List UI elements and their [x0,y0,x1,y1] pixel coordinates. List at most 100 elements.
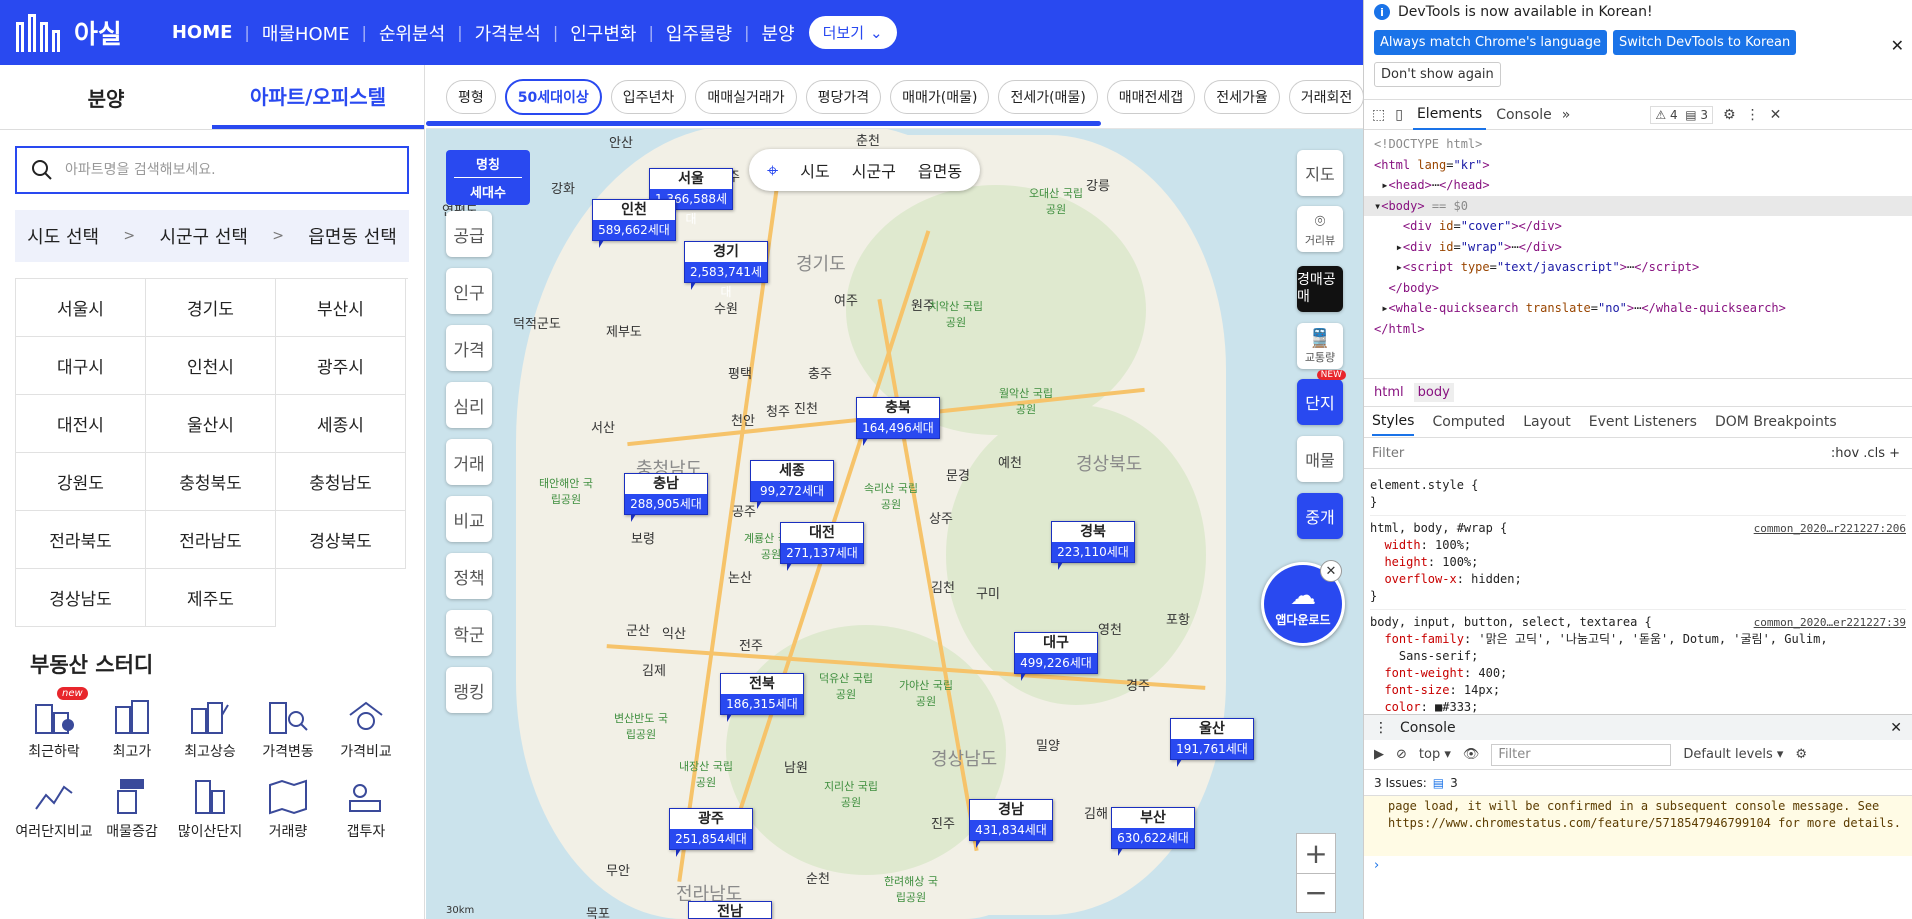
cls-toggle[interactable]: .cls [1863,446,1885,461]
complex-button[interactable]: 단지 NEW [1297,370,1346,425]
region-item[interactable]: 충청남도 [276,453,406,511]
style-rules[interactable]: element.style {} common_2020…r221227:206… [1364,469,1912,714]
hov-toggle[interactable]: :hov [1831,446,1859,461]
chip-scrollbar[interactable] [426,121,1101,126]
tab-event-listeners[interactable]: Event Listeners [1589,414,1697,430]
nav-population[interactable]: 인구변화 [570,20,636,46]
region-item[interactable]: 대전시 [16,395,146,453]
console-prompt[interactable]: › [1364,856,1912,875]
traffic-button[interactable]: 🚆 교통량 [1297,323,1343,369]
crumb-body[interactable]: body [1413,383,1454,402]
kebab-icon[interactable]: ⋮ [1374,720,1388,736]
region-item[interactable]: 강원도 [16,453,146,511]
region-item[interactable]: 대구시 [16,337,146,395]
dont-show-button[interactable]: Don't show again [1374,62,1501,87]
switch-korean-button[interactable]: Switch DevTools to Korean [1612,30,1797,55]
level-sido[interactable]: 시도 [800,158,829,182]
region-marker[interactable]: 충북 164,496세대 [856,397,940,446]
study-highest[interactable]: 최고가 [93,695,171,761]
region-marker[interactable]: 대전 271,137세대 [780,522,864,571]
region-marker[interactable]: 세종 99,272세대 [750,460,834,509]
chip-sale-price[interactable]: 매매실거래가 [695,79,797,114]
warning-count[interactable]: ⚠ 4 ▤ 3 [1650,105,1714,124]
console-title[interactable]: Console [1400,720,1456,736]
region-marker[interactable]: 부산 630,622세대 [1111,807,1195,856]
study-highest-rise[interactable]: 최고상승 [171,695,249,761]
region-marker[interactable]: 인천 589,662세대 [592,199,676,248]
study-price-change[interactable]: 가격변동 [249,695,327,761]
close-icon[interactable]: ✕ [1891,36,1904,55]
kebab-icon[interactable]: ⋮ [1746,107,1760,123]
dom-tree[interactable]: <!DOCTYPE html> <html lang="kr"> ▸<head>… [1364,130,1912,378]
side-compare[interactable]: 비교 [446,496,492,542]
side-supply[interactable]: 공급 [446,211,492,257]
nav-listing-home[interactable]: 매물HOME [262,20,350,46]
chip-size[interactable]: 평형 [446,79,496,114]
study-recent-drop[interactable]: new 최근하락 [15,687,93,761]
side-price[interactable]: 가격 [446,325,492,371]
region-item[interactable]: 광주시 [276,337,406,395]
study-listing-change[interactable]: 매물증감 [93,775,171,841]
side-ranking[interactable]: 랭킹 [446,667,492,713]
crumb-html[interactable]: html [1374,385,1404,400]
region-marker[interactable]: 경기 2,583,741세대 [684,241,768,299]
region-marker[interactable]: 대구 499,226세대 [1014,632,1098,681]
tab-styles[interactable]: Styles [1372,408,1415,436]
sidebar-icon[interactable]: ▶ [1374,747,1384,762]
region-marker[interactable]: 광주 251,854세대 [669,808,753,857]
tab-console[interactable]: Console [1496,107,1552,123]
more-tabs-icon[interactable]: » [1562,107,1571,123]
issues-bar[interactable]: 3 Issues: ▤ 3 [1364,770,1912,796]
region-marker[interactable]: 울산 191,761세대 [1170,718,1254,767]
select-sigungu[interactable]: 시군구 선택 [159,223,248,249]
select-sido[interactable]: 시도 선택 [27,223,99,249]
gear-icon[interactable]: ⚙ [1795,747,1807,762]
region-item[interactable]: 전라북도 [16,511,146,569]
tab-elements[interactable]: Elements [1412,100,1487,130]
eye-icon[interactable]: 👁 [1463,747,1480,762]
zoom-out-button[interactable]: − [1297,874,1335,913]
study-price-compare[interactable]: 가격비교 [327,695,405,761]
nav-home[interactable]: HOME [172,22,233,43]
chip-50-units[interactable]: 50세대이상 [504,78,602,115]
nav-supply[interactable]: 입주물량 [666,20,732,46]
more-button[interactable]: 더보기 ⌄ [808,16,897,49]
gear-icon[interactable]: ⚙ [1723,107,1736,123]
side-sentiment[interactable]: 심리 [446,382,492,428]
region-item[interactable]: 제주도 [146,569,276,627]
tab-apartment[interactable]: 아파트/오피스텔 [212,65,424,129]
chip-sale-listing[interactable]: 매매가(매물) [890,79,990,114]
auction-button[interactable]: 경매공매 [1297,266,1343,312]
chip-turnover[interactable]: 거래회전 [1288,79,1363,114]
tab-dom-breakpoints[interactable]: DOM Breakpoints [1715,414,1837,430]
logo[interactable]: 아실 [16,13,122,52]
region-marker[interactable]: 전남 [688,901,772,919]
region-marker[interactable]: 전북 186,315세대 [720,673,804,722]
select-eupmyeondong[interactable]: 읍면동 선택 [308,223,397,249]
styles-filter[interactable]: Filter:hov .cls + [1364,438,1912,469]
chip-jeonse-listing[interactable]: 전세가(매물) [998,79,1098,114]
clear-icon[interactable]: ⊘ [1396,747,1407,762]
chip-age[interactable]: 입주년차 [610,79,687,114]
close-icon[interactable]: ✕ [1890,720,1902,736]
level-eupmyeondong[interactable]: 읍면동 [918,158,962,182]
region-item[interactable]: 충청북도 [146,453,276,511]
side-trade[interactable]: 거래 [446,439,492,485]
study-most-bought[interactable]: 많이산단지 [171,775,249,841]
chip-jeonse-rate[interactable]: 전세가율 [1204,79,1280,114]
levels-select[interactable]: Default levels ▾ [1683,747,1783,762]
region-item[interactable]: 울산시 [146,395,276,453]
chip-gap[interactable]: 매매전세갭 [1106,79,1196,114]
tab-layout[interactable]: Layout [1523,414,1571,430]
map-area[interactable]: 경기도 충청남도 경상북도 경상남도 전라남도 강릉 춘천 원주 충주 청주 천… [426,65,1363,919]
nav-price[interactable]: 가격분석 [475,20,541,46]
region-item[interactable]: 세종시 [276,395,406,453]
study-multi-compare[interactable]: 여러단지비교 [15,775,93,841]
map-type-button[interactable]: 지도 [1297,150,1343,196]
nav-presale[interactable]: 분양 [762,20,795,46]
study-volume[interactable]: 거래량 [249,775,327,841]
side-population[interactable]: 인구 [446,268,492,314]
close-icon[interactable]: ✕ [1320,560,1342,582]
side-school[interactable]: 학군 [446,610,492,656]
tab-presale[interactable]: 분양 [0,65,212,129]
